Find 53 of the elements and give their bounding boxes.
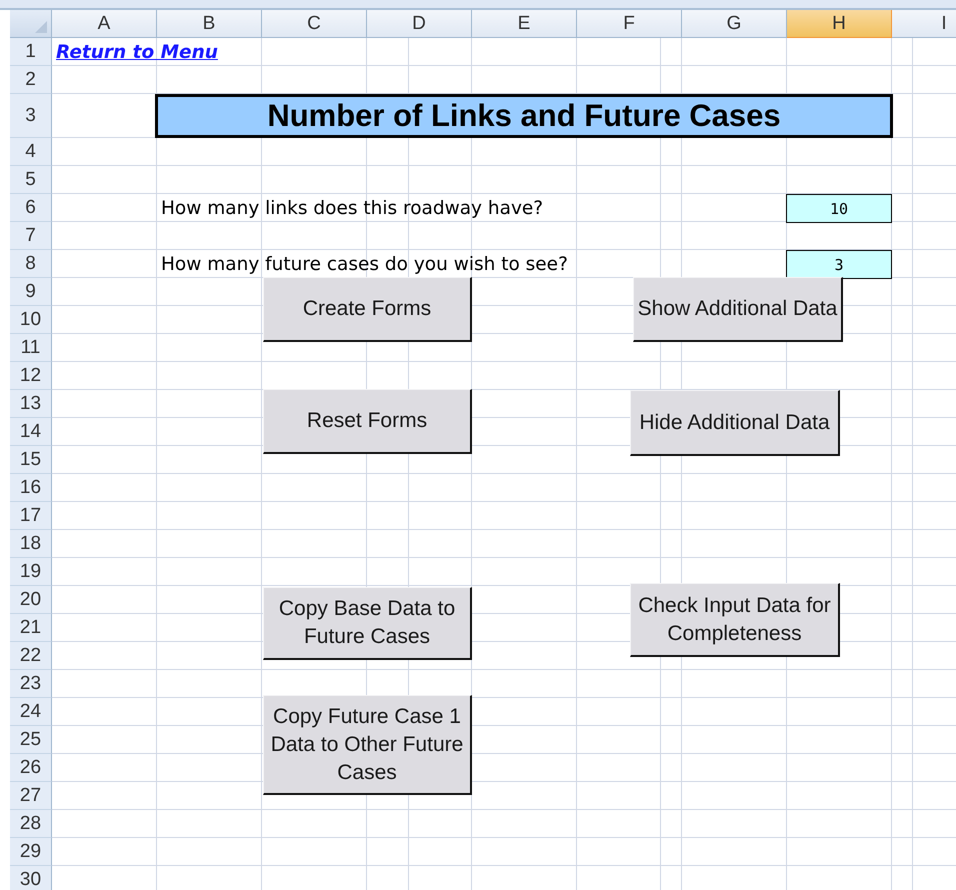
row-header[interactable]: 11: [10, 334, 52, 362]
row-header[interactable]: 27: [10, 782, 52, 810]
row-header[interactable]: 7: [10, 222, 52, 250]
macro-button[interactable]: Show Additional Data: [633, 277, 843, 342]
row-header[interactable]: 19: [10, 558, 52, 586]
select-all-icon[interactable]: [35, 21, 47, 33]
row-header[interactable]: 13: [10, 390, 52, 418]
row-header[interactable]: 14: [10, 418, 52, 446]
macro-button[interactable]: Check Input Data for Completeness: [630, 583, 840, 657]
row-header[interactable]: 4: [10, 138, 52, 166]
row-header[interactable]: 9: [10, 278, 52, 306]
macro-button[interactable]: Copy Base Data to Future Cases: [263, 587, 472, 660]
input-field[interactable]: 3: [786, 250, 892, 279]
row-header[interactable]: 26: [10, 754, 52, 782]
row-header[interactable]: 1: [10, 38, 52, 66]
row-header[interactable]: 23: [10, 670, 52, 698]
macro-button[interactable]: Hide Additional Data: [630, 390, 840, 456]
row-header[interactable]: 6: [10, 194, 52, 222]
column-header[interactable]: G: [682, 10, 787, 38]
row-header[interactable]: 18: [10, 530, 52, 558]
sheet-title: Number of Links and Future Cases: [155, 94, 893, 138]
column-header[interactable]: E: [472, 10, 577, 38]
row-header[interactable]: 16: [10, 474, 52, 502]
column-header[interactable]: C: [262, 10, 367, 38]
row-header[interactable]: 22: [10, 642, 52, 670]
row-header[interactable]: 10: [10, 306, 52, 334]
row-header[interactable]: 24: [10, 698, 52, 726]
row-header[interactable]: 15: [10, 446, 52, 474]
input-field[interactable]: 10: [786, 194, 892, 223]
row-header[interactable]: 30: [10, 866, 52, 890]
column-header[interactable]: B: [157, 10, 262, 38]
row-header[interactable]: 25: [10, 726, 52, 754]
return-link[interactable]: Return to Menu: [56, 42, 218, 62]
column-header[interactable]: A: [52, 10, 157, 38]
row-header[interactable]: 5: [10, 166, 52, 194]
row-header[interactable]: 29: [10, 838, 52, 866]
row-header[interactable]: 17: [10, 502, 52, 530]
row-header[interactable]: 21: [10, 614, 52, 642]
question-label: How many future cases do you wish to see?: [161, 254, 569, 274]
column-header[interactable]: D: [367, 10, 472, 38]
row-header[interactable]: 12: [10, 362, 52, 390]
column-header[interactable]: H: [787, 10, 892, 38]
row-header[interactable]: 28: [10, 810, 52, 838]
row-header[interactable]: 3: [10, 94, 52, 138]
macro-button[interactable]: Copy Future Case 1 Data to Other Future Cases: [263, 695, 472, 795]
row-header[interactable]: 2: [10, 66, 52, 94]
macro-button[interactable]: Reset Forms: [263, 389, 472, 454]
row-header[interactable]: 20: [10, 586, 52, 614]
column-header[interactable]: F: [577, 10, 682, 38]
macro-button[interactable]: Create Forms: [263, 277, 472, 342]
column-header[interactable]: I: [892, 10, 956, 38]
question-label: How many links does this roadway have?: [161, 198, 544, 218]
row-header[interactable]: 8: [10, 250, 52, 278]
